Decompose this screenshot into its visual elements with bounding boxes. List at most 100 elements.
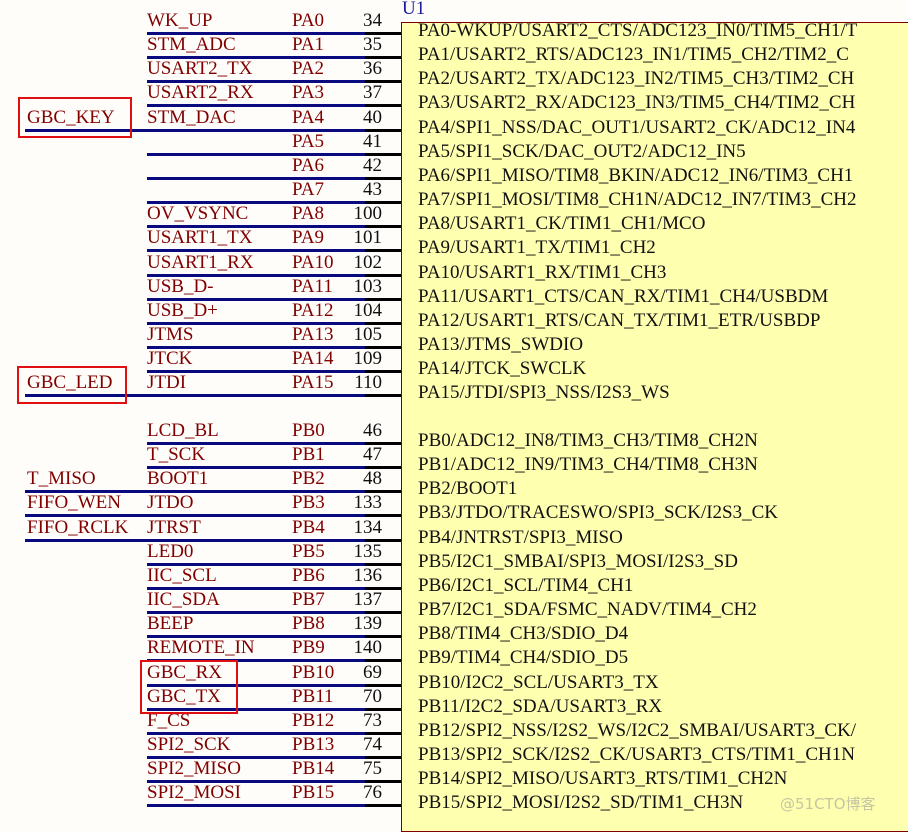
pin-function: PB3/JTDO/TRACESWO/SPI3_SCK/I2S3_CK bbox=[418, 502, 779, 523]
pin-function: PA6/SPI1_MISO/TIM8_BKIN/ADC12_IN6/TIM3_C… bbox=[418, 165, 854, 186]
pin-function: PA12/USART1_RTS/CAN_TX/TIM1_ETR/USBDP bbox=[418, 310, 821, 331]
pin-function: PB5/I2C1_SMBAI/SPI3_MOSI/I2S3_SD bbox=[418, 551, 738, 572]
pin-number: 101 bbox=[353, 227, 383, 248]
pin-function: PB9/TIM4_CH4/SDIO_D5 bbox=[418, 647, 629, 668]
pin-name: PB7 bbox=[292, 589, 325, 610]
net-label: STM_DAC bbox=[147, 107, 236, 128]
chip-designator: U1 bbox=[402, 0, 426, 19]
net-label: USB_D- bbox=[147, 276, 214, 297]
pin-function: PA3/USART2_RX/ADC123_IN3/TIM5_CH4/TIM2_C… bbox=[418, 92, 856, 113]
pin-function: PB4/JNTRST/SPI3_MISO bbox=[418, 527, 623, 548]
pin-name: PB8 bbox=[292, 613, 325, 634]
pin-name: PA4 bbox=[292, 107, 325, 128]
net-label: STM_ADC bbox=[147, 34, 236, 55]
pin-name: PA12 bbox=[292, 300, 334, 321]
pin-name: PA2 bbox=[292, 58, 325, 79]
pin-function: PA9/USART1_TX/TIM1_CH2 bbox=[418, 237, 656, 258]
watermark: @51CTO博客 bbox=[780, 795, 876, 813]
pin-number: 42 bbox=[363, 155, 382, 176]
net-label: JTDI bbox=[147, 372, 187, 393]
pin-number: 136 bbox=[353, 565, 383, 586]
pin-number: 104 bbox=[353, 300, 383, 321]
pin-name: PA10 bbox=[292, 252, 334, 273]
pin-name: PB15 bbox=[292, 782, 335, 803]
pin-name: PB9 bbox=[292, 637, 325, 658]
pin-function: PA7/SPI1_MOSI/TIM8_CH1N/ADC12_IN7/TIM3_C… bbox=[418, 189, 857, 210]
pin-number: 133 bbox=[353, 492, 383, 513]
pin-function: PB13/SPI2_SCK/I2S2_CK/USART3_CTS/TIM1_CH… bbox=[418, 744, 855, 765]
pin-number: 75 bbox=[363, 758, 382, 779]
pin-function: PB11/I2C2_SDA/USART3_RX bbox=[418, 696, 663, 717]
pin-function: PA8/USART1_CK/TIM1_CH1/MCO bbox=[418, 213, 706, 234]
pin-number: 46 bbox=[363, 420, 382, 441]
pin-name: PB14 bbox=[292, 758, 335, 779]
net-wire bbox=[147, 177, 365, 180]
pin-number: 100 bbox=[353, 203, 383, 224]
pin-lead bbox=[365, 394, 401, 397]
net-label: USART1_RX bbox=[147, 252, 254, 273]
net-label: JTMS bbox=[147, 324, 194, 345]
pin-number: 139 bbox=[353, 613, 383, 634]
pin-function: PA2/USART2_TX/ADC123_IN2/TIM5_CH3/TIM2_C… bbox=[418, 68, 855, 89]
pin-function: PA5/SPI1_SCK/DAC_OUT2/ADC12_IN5 bbox=[418, 141, 746, 162]
pin-name: PA15 bbox=[292, 372, 334, 393]
net-label: IIC_SDA bbox=[147, 589, 220, 610]
pin-name: PB12 bbox=[292, 710, 335, 731]
pin-number: 140 bbox=[353, 637, 383, 658]
pin-name: PB6 bbox=[292, 565, 325, 586]
net-label: USART1_TX bbox=[147, 227, 253, 248]
pin-number: 40 bbox=[363, 107, 382, 128]
pin-name: PA3 bbox=[292, 82, 325, 103]
pin-name: PA13 bbox=[292, 324, 334, 345]
pin-number: 36 bbox=[363, 58, 382, 79]
pin-number: 70 bbox=[363, 686, 382, 707]
net-label: SPI2_MISO bbox=[147, 758, 241, 779]
pin-name: PB2 bbox=[292, 468, 325, 489]
pin-name: PB0 bbox=[292, 420, 325, 441]
pin-name: PB13 bbox=[292, 734, 335, 755]
external-net-label: FIFO_RCLK bbox=[27, 517, 129, 538]
pin-number: 105 bbox=[353, 324, 383, 345]
pin-name: PB11 bbox=[292, 686, 334, 707]
pin-number: 102 bbox=[353, 252, 383, 273]
pin-name: PA7 bbox=[292, 179, 325, 200]
pin-function: PA1/USART2_RTS/ADC123_IN1/TIM5_CH2/TIM2_… bbox=[418, 44, 849, 65]
net-label: WK_UP bbox=[147, 10, 213, 31]
pin-number: 103 bbox=[353, 276, 383, 297]
pin-number: 137 bbox=[353, 589, 383, 610]
pin-function: PB10/I2C2_SCL/USART3_TX bbox=[418, 672, 659, 693]
pin-name: PB5 bbox=[292, 541, 325, 562]
pin-function: PB2/BOOT1 bbox=[418, 478, 518, 499]
net-label: LCD_BL bbox=[147, 420, 219, 441]
pin-name: PB10 bbox=[292, 662, 335, 683]
pin-name: PA9 bbox=[292, 227, 325, 248]
pin-function: PB1/ADC12_IN9/TIM3_CH4/TIM8_CH3N bbox=[418, 454, 758, 475]
net-label: USART2_TX bbox=[147, 58, 253, 79]
pin-number: 43 bbox=[363, 179, 382, 200]
highlight-box-gbc-led bbox=[17, 366, 127, 404]
external-net-label: T_MISO bbox=[27, 468, 96, 489]
net-label: SPI2_SCK bbox=[147, 734, 231, 755]
net-label: BOOT1 bbox=[147, 468, 209, 489]
pin-lead bbox=[365, 804, 401, 807]
net-label: T_SCK bbox=[147, 444, 206, 465]
pin-number: 48 bbox=[363, 468, 382, 489]
net-label: IIC_SCL bbox=[147, 565, 217, 586]
net-label: LED0 bbox=[147, 541, 194, 562]
pin-number: 41 bbox=[363, 131, 382, 152]
highlight-box-gbc-uart bbox=[140, 660, 238, 714]
highlight-box-gbc-key bbox=[18, 97, 132, 138]
pin-function: PA10/USART1_RX/TIM1_CH3 bbox=[418, 262, 667, 283]
pin-number: 135 bbox=[353, 541, 383, 562]
pin-function: PB6/I2C1_SCL/TIM4_CH1 bbox=[418, 575, 634, 596]
net-wire bbox=[147, 153, 365, 156]
pin-name: PB3 bbox=[292, 492, 325, 513]
net-label: REMOTE_IN bbox=[147, 637, 255, 658]
pin-number: 69 bbox=[363, 662, 382, 683]
pin-number: 76 bbox=[363, 782, 382, 803]
pin-name: PA1 bbox=[292, 34, 325, 55]
net-label: JTRST bbox=[147, 517, 201, 538]
pin-name: PA14 bbox=[292, 348, 334, 369]
net-label: JTCK bbox=[147, 348, 193, 369]
pin-function: PA4/SPI1_NSS/DAC_OUT1/USART2_CK/ADC12_IN… bbox=[418, 117, 856, 138]
